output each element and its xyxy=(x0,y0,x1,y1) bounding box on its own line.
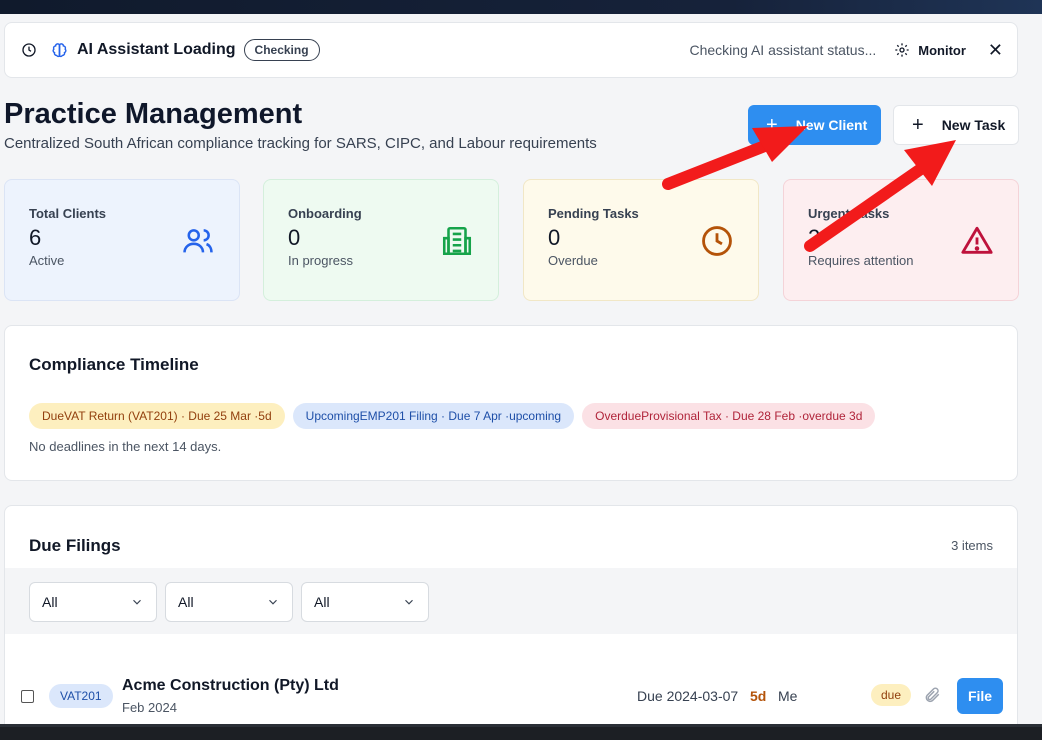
filing-type-badge: VAT201 xyxy=(49,684,113,708)
new-task-label: New Task xyxy=(941,117,1006,133)
filing-days-left: 5d xyxy=(750,688,767,704)
stat-card-onboarding: Onboarding 0 In progress xyxy=(263,179,499,301)
filings-count: 3 items xyxy=(951,538,993,553)
close-icon[interactable]: ✕ xyxy=(988,40,1003,61)
compliance-timeline-card: Compliance Timeline DueVAT Return (VAT20… xyxy=(4,325,1018,481)
brain-icon xyxy=(49,40,69,60)
filter-value: All xyxy=(178,594,194,610)
ai-assistant-bar: AI Assistant Loading Checking Checking A… xyxy=(4,22,1018,78)
timeline-chip-due[interactable]: DueVAT Return (VAT201) · Due 25 Mar ·5d xyxy=(29,403,285,429)
paperclip-icon[interactable] xyxy=(923,686,941,704)
timeline-chips: DueVAT Return (VAT201) · Due 25 Mar ·5d … xyxy=(29,403,876,429)
chevron-down-icon xyxy=(133,599,141,605)
new-client-button[interactable]: + New Client xyxy=(748,105,881,145)
plus-icon: + xyxy=(912,114,924,136)
warning-icon xyxy=(961,226,993,254)
timeline-chip-overdue[interactable]: OverdueProvisional Tax · Due 28 Feb ·ove… xyxy=(582,403,876,429)
monitor-label: Monitor xyxy=(918,42,966,58)
filing-row: VAT201 Acme Construction (Pty) Ltd Feb 2… xyxy=(5,646,1017,734)
page-subtitle: Centralized South African compliance tra… xyxy=(4,135,597,152)
stat-label: Total Clients xyxy=(29,206,107,221)
filings-title: Due Filings xyxy=(29,536,121,555)
filter-value: All xyxy=(42,594,58,610)
filing-assignee: Me xyxy=(778,688,798,704)
gear-icon xyxy=(895,43,909,57)
ai-assistant-title: AI Assistant Loading xyxy=(77,41,236,58)
filter-select-1[interactable]: All xyxy=(29,582,157,622)
filing-due-date: Due 2024-03-07 xyxy=(637,688,739,704)
file-button[interactable]: File xyxy=(957,678,1003,714)
filing-status-badge: due xyxy=(871,684,912,706)
timeline-title: Compliance Timeline xyxy=(29,355,199,374)
timeline-chip-upcoming[interactable]: UpcomingEMP201 Filing · Due 7 Apr ·upcom… xyxy=(292,403,575,429)
stat-label: Onboarding xyxy=(288,206,362,221)
filing-period: Feb 2024 xyxy=(122,700,177,715)
filter-bar: All All All xyxy=(5,568,1017,634)
stat-card-pending-tasks: Pending Tasks 0 Overdue xyxy=(523,179,759,301)
plus-icon: + xyxy=(766,114,778,136)
stat-card-urgent-tasks: Urgent Tasks 2 Requires attention xyxy=(783,179,1019,301)
due-filings-card: Due Filings 3 items All All All VAT201 A… xyxy=(4,505,1018,735)
chevron-down-icon xyxy=(269,599,277,605)
stat-card-total-clients: Total Clients 6 Active xyxy=(4,179,240,301)
new-client-label: New Client xyxy=(795,117,868,133)
stat-label: Pending Tasks xyxy=(548,206,639,221)
chevron-down-icon xyxy=(405,599,413,605)
users-icon xyxy=(183,229,213,253)
filter-value: All xyxy=(314,594,330,610)
building-icon xyxy=(442,226,472,256)
window-bottom-strip xyxy=(0,724,1042,740)
window-top-strip xyxy=(0,0,1042,14)
filing-client-name[interactable]: Acme Construction (Pty) Ltd xyxy=(122,677,339,695)
page-title: Practice Management xyxy=(4,98,303,130)
clock-icon xyxy=(702,226,732,256)
ai-status-text: Checking AI assistant status... xyxy=(689,42,877,58)
history-icon[interactable] xyxy=(19,40,39,60)
no-deadlines-text: No deadlines in the next 14 days. xyxy=(29,439,222,454)
stat-label: Urgent Tasks xyxy=(808,206,890,221)
row-checkbox[interactable] xyxy=(21,690,34,703)
new-task-button[interactable]: + New Task xyxy=(893,105,1019,145)
ai-status-badge: Checking xyxy=(243,39,320,61)
filter-select-2[interactable]: All xyxy=(165,582,293,622)
monitor-button[interactable]: Monitor xyxy=(894,42,966,58)
filter-select-3[interactable]: All xyxy=(301,582,429,622)
